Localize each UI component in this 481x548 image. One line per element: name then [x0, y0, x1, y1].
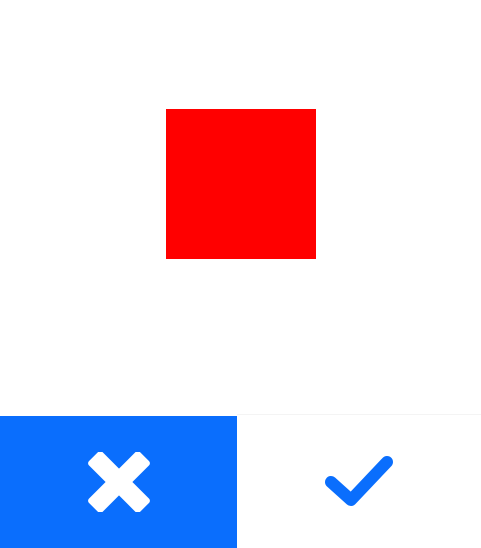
- close-icon: [87, 452, 150, 512]
- reject-button[interactable]: [0, 416, 237, 548]
- red-square: [166, 109, 316, 259]
- accept-button[interactable]: [237, 414, 481, 548]
- checkmark-icon: [325, 455, 393, 506]
- screen: [0, 0, 481, 548]
- action-bar: [0, 414, 481, 548]
